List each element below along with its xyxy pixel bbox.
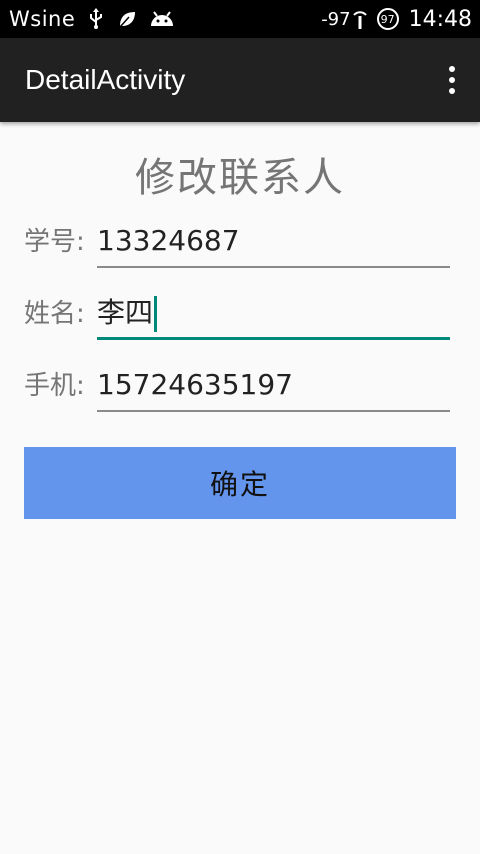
phone-label: 手机: [24, 371, 85, 401]
status-left: Wsine [9, 0, 175, 38]
status-right: -97 97 14:48 [321, 0, 472, 38]
name-input[interactable]: 李四 [97, 288, 450, 340]
overflow-dot [449, 77, 455, 83]
student-id-value: 13324687 [97, 224, 240, 257]
name-row: 姓名: 李四 [24, 288, 450, 340]
app-title: DetailActivity [25, 64, 186, 95]
android-icon [149, 10, 175, 28]
student-id-input[interactable]: 13324687 [97, 216, 450, 268]
student-id-row: 学号: 13324687 [24, 216, 450, 268]
name-value: 李四 [97, 296, 154, 329]
usb-icon [87, 8, 105, 30]
name-label: 姓名: [24, 299, 85, 329]
app-bar: DetailActivity [0, 38, 480, 122]
leaf-icon [117, 9, 137, 29]
phone-input[interactable]: 15724635197 [97, 360, 450, 412]
student-id-label: 学号: [24, 227, 85, 257]
wifi-icon [352, 8, 367, 30]
battery-icon: 97 [376, 8, 399, 30]
battery-level: 97 [380, 12, 395, 26]
status-bar: Wsine -97 97 14:48 [0, 0, 480, 38]
signal-strength: -97 [321, 8, 351, 30]
carrier-name: Wsine [9, 7, 76, 31]
phone-row: 手机: 15724635197 [24, 360, 450, 412]
text-cursor [154, 296, 158, 332]
overflow-dot [449, 66, 455, 72]
clock: 14:48 [408, 6, 472, 32]
confirm-button[interactable]: 确定 [24, 447, 456, 519]
overflow-dot [449, 88, 455, 94]
overflow-menu-icon[interactable] [446, 66, 458, 94]
phone-value: 15724635197 [97, 368, 293, 401]
page-title: 修改联系人 [135, 155, 345, 201]
